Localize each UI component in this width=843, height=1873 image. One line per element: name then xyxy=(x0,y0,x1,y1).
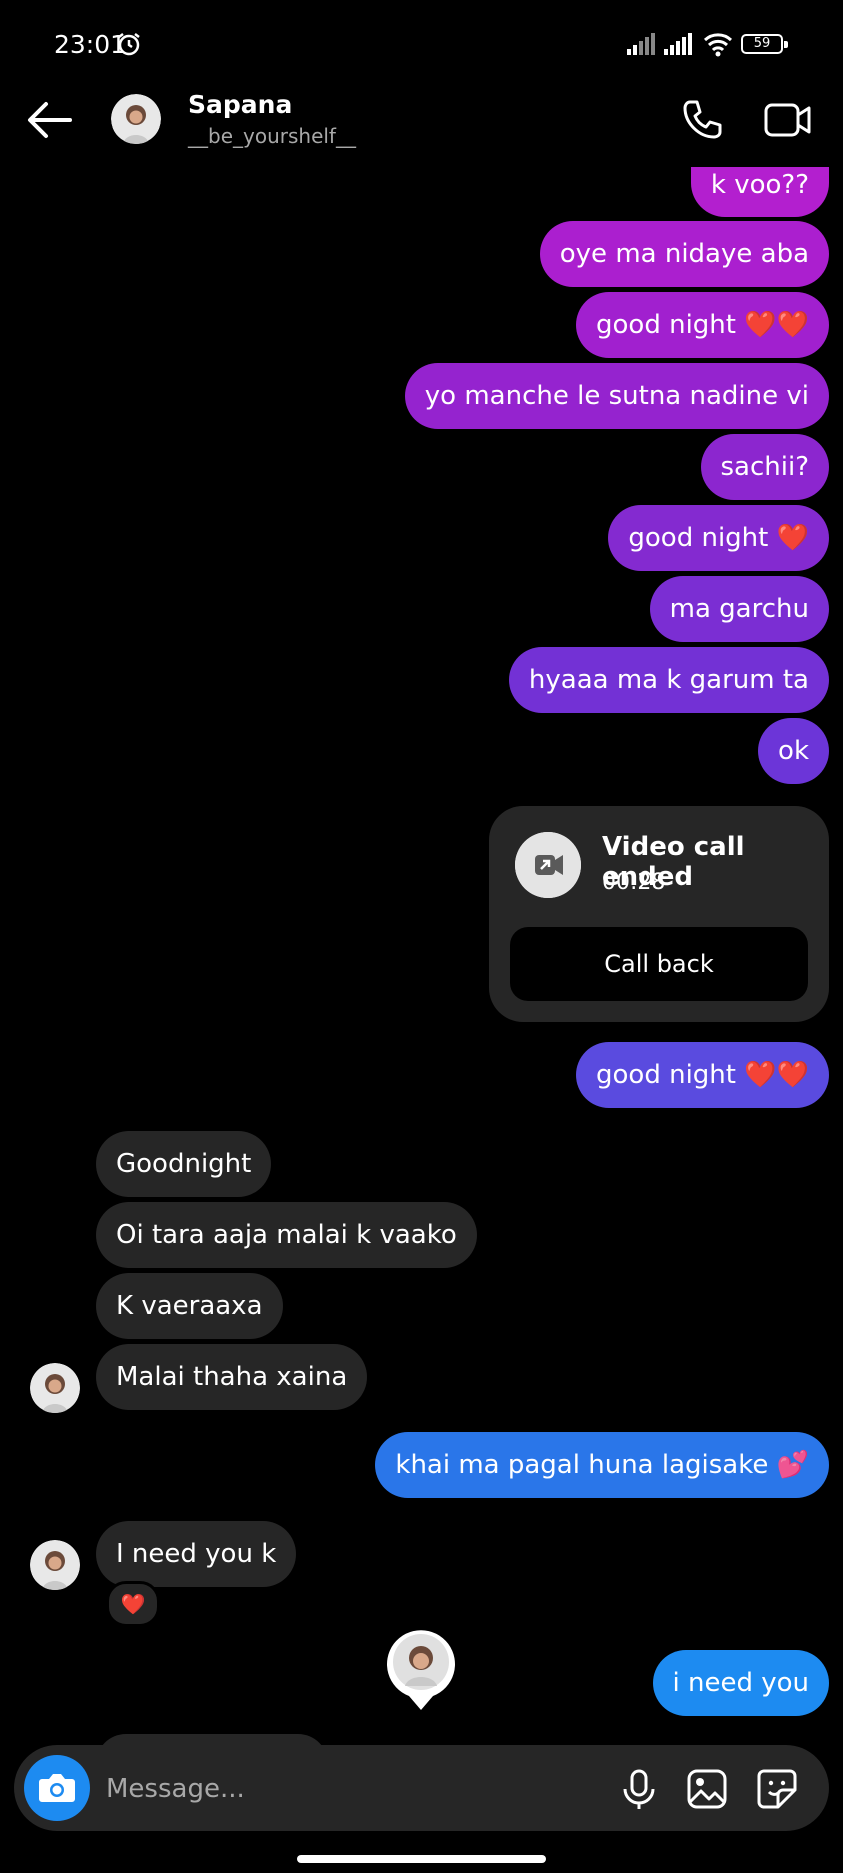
message-incoming[interactable]: K vaeraaxa xyxy=(96,1273,283,1339)
message-outgoing[interactable]: i need you xyxy=(652,1650,829,1716)
microphone-icon[interactable] xyxy=(620,1769,658,1811)
gallery-icon[interactable] xyxy=(686,1768,728,1810)
message-outgoing[interactable]: good night ❤️❤️ xyxy=(576,1042,829,1108)
message-outgoing[interactable]: ma garchu xyxy=(649,576,829,642)
camera-button[interactable] xyxy=(24,1755,90,1821)
call-duration: 00:28 xyxy=(602,870,666,895)
battery-icon: 59 xyxy=(741,34,788,54)
sender-avatar[interactable] xyxy=(30,1363,80,1413)
seen-avatar-marker xyxy=(387,1630,455,1710)
call-status-icon xyxy=(515,832,581,898)
message-incoming[interactable]: I need you k xyxy=(96,1521,297,1587)
message-outgoing[interactable]: oye ma nidaye aba xyxy=(539,221,829,287)
camera-icon xyxy=(39,1774,75,1802)
contact-handle[interactable]: __be_yourshelf__ xyxy=(188,124,356,148)
alarm-icon xyxy=(118,33,140,56)
message-outgoing[interactable]: khai ma pagal huna lagisake 💕 xyxy=(375,1432,829,1498)
message-outgoing[interactable]: yo manche le sutna nadine vi xyxy=(404,363,829,429)
message-outgoing[interactable]: sachii? xyxy=(700,434,829,500)
message-outgoing[interactable]: k voo?? xyxy=(690,167,829,217)
call-back-button[interactable]: Call back xyxy=(510,927,808,1001)
back-arrow-icon[interactable] xyxy=(26,100,72,140)
heart-reaction[interactable]: ❤️ xyxy=(106,1581,160,1627)
contact-name[interactable]: Sapana xyxy=(188,90,292,119)
sticker-icon[interactable] xyxy=(756,1768,798,1810)
phone-icon[interactable] xyxy=(680,98,724,142)
video-camera-icon[interactable] xyxy=(764,100,812,140)
message-incoming[interactable]: Malai thaha xaina xyxy=(96,1344,368,1410)
message-input[interactable] xyxy=(104,1768,528,1810)
message-incoming[interactable]: Oi tara aaja malai k vaako xyxy=(96,1202,477,1268)
message-incoming[interactable]: Goodnight xyxy=(96,1131,272,1197)
signal-icon-2 xyxy=(664,33,692,55)
wifi-icon xyxy=(703,33,733,57)
signal-icon xyxy=(627,33,655,55)
message-outgoing[interactable]: ok xyxy=(758,718,829,784)
home-indicator[interactable] xyxy=(297,1855,546,1863)
message-outgoing[interactable]: hyaaa ma k garum ta xyxy=(508,647,829,713)
message-outgoing[interactable]: good night ❤️ xyxy=(608,505,829,571)
avatar[interactable] xyxy=(111,94,161,144)
sender-avatar[interactable] xyxy=(30,1540,80,1590)
message-outgoing[interactable]: good night ❤️❤️ xyxy=(576,292,829,358)
